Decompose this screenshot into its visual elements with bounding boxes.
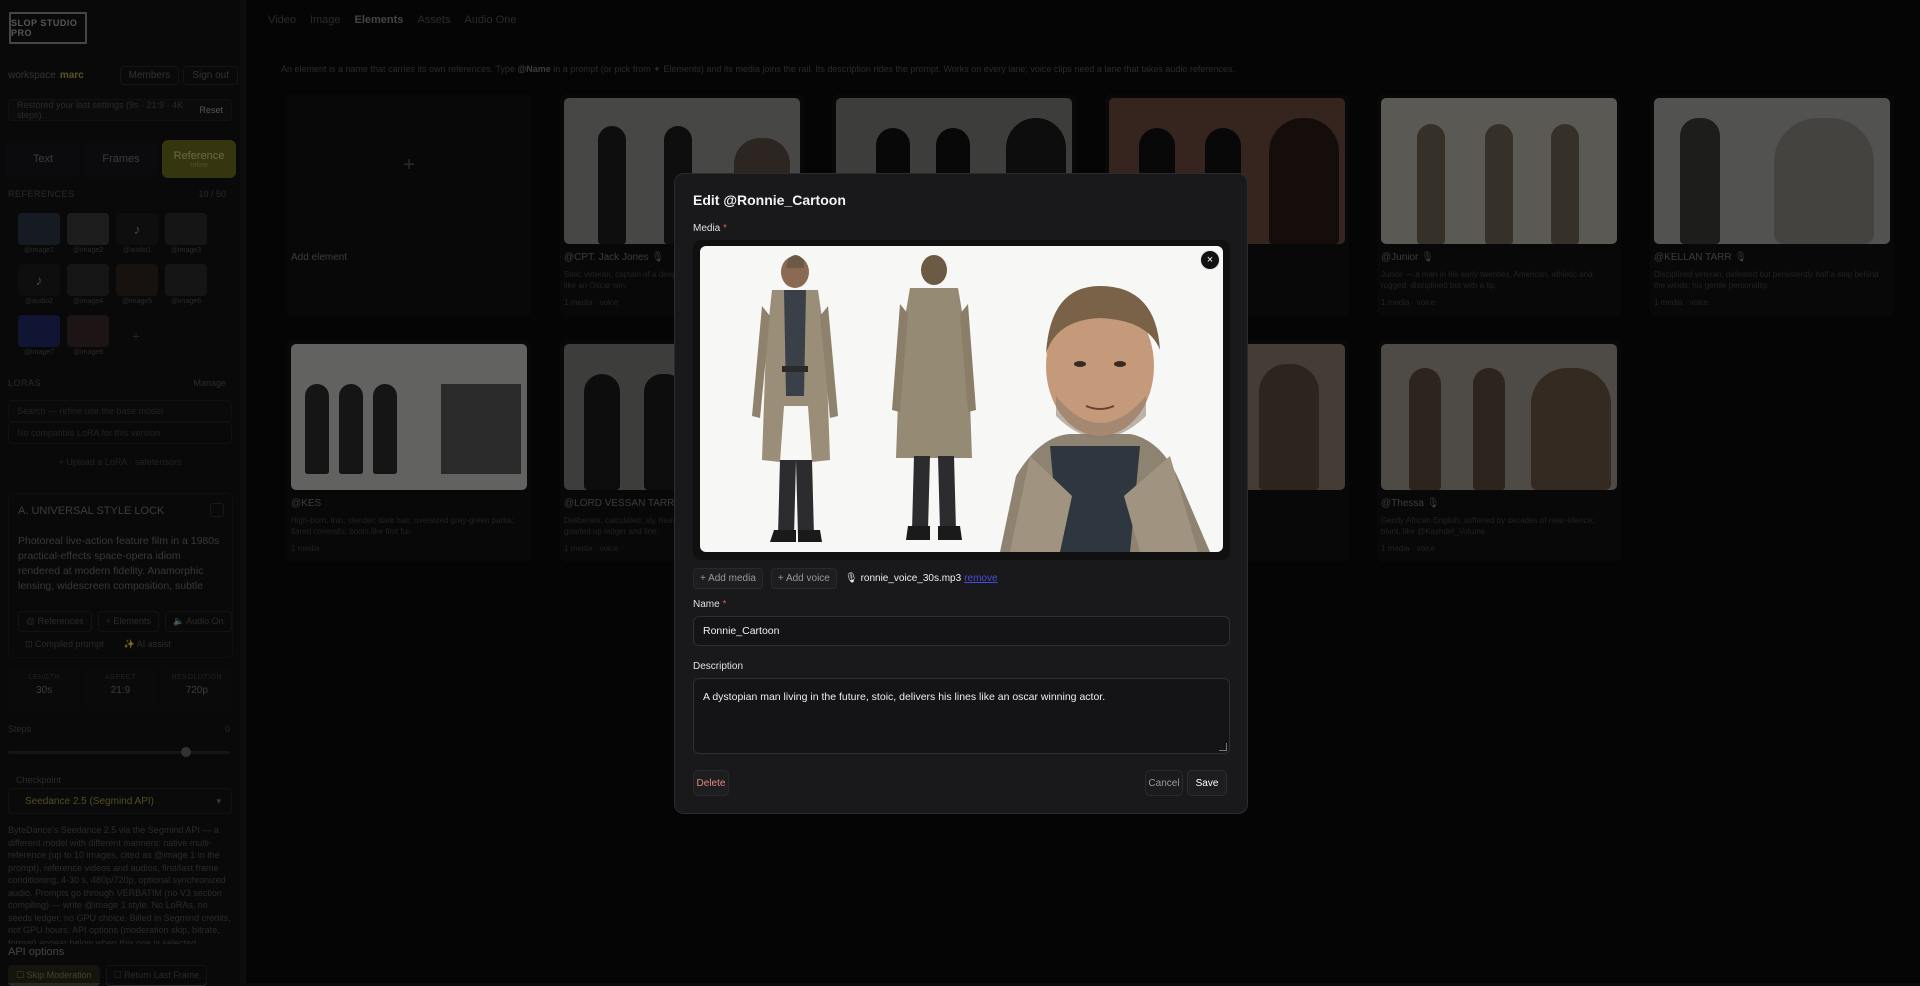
voice-file-name: ronnie_voice_30s.mp3 — [860, 573, 962, 584]
front-figure — [752, 255, 838, 542]
media-actions: + Add media + Add voice 🎙 ronnie_voice_3… — [693, 568, 998, 589]
microphone-icon: 🎙 — [844, 573, 858, 584]
voice-file: 🎙 ronnie_voice_30s.mp3 remove — [845, 573, 998, 584]
character-sheet-illustration — [752, 255, 1210, 552]
required-marker: * — [723, 223, 727, 234]
name-label-text: Name — [693, 599, 720, 610]
description-textarea[interactable]: A dystopian man living in the future, st… — [693, 678, 1230, 754]
description-value: A dystopian man living in the future, st… — [703, 691, 1106, 703]
media-preview — [693, 240, 1230, 560]
description-label: Description — [693, 661, 744, 672]
add-voice-button[interactable]: + Add voice — [770, 568, 837, 589]
name-label: Name * — [693, 599, 726, 610]
required-marker: * — [722, 599, 727, 610]
back-figure — [892, 255, 976, 540]
remove-media-button[interactable]: × — [1200, 250, 1220, 270]
media-label-text: Media — [693, 223, 721, 234]
modal-title: Edit @Ronnie_Cartoon — [693, 192, 846, 208]
name-input[interactable]: Ronnie_Cartoon — [693, 616, 1230, 646]
edit-element-modal: Edit @Ronnie_Cartoon Media * × + Add med… — [674, 173, 1248, 814]
name-input-value: Ronnie_Cartoon — [703, 625, 780, 637]
close-icon: × — [1206, 254, 1214, 266]
media-label: Media * — [693, 223, 727, 234]
character-sheet-image — [700, 246, 1223, 552]
add-media-button[interactable]: + Add media — [693, 568, 763, 589]
delete-button[interactable]: Delete — [693, 770, 729, 796]
resize-handle-icon[interactable] — [1219, 743, 1227, 751]
portrait-figure — [1000, 286, 1210, 552]
cancel-button[interactable]: Cancel — [1145, 770, 1183, 796]
save-button[interactable]: Save — [1187, 770, 1227, 796]
remove-voice-link[interactable]: remove — [964, 573, 997, 584]
